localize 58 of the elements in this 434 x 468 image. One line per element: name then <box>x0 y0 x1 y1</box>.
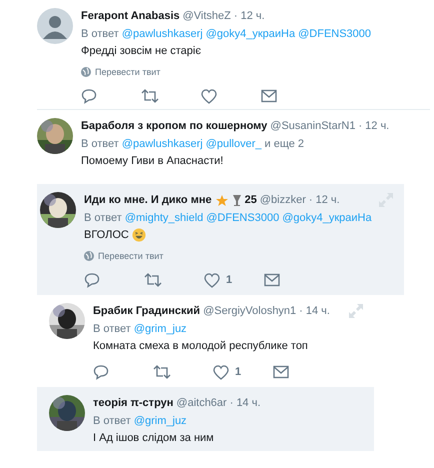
heart-icon[interactable] <box>204 272 220 288</box>
translate-link[interactable]: Перевести твит <box>95 67 160 77</box>
tweet-time[interactable]: · 12 ч. <box>308 194 340 206</box>
envelope-icon[interactable] <box>273 365 289 379</box>
translate-link[interactable]: Перевести твит <box>98 251 164 261</box>
reply-label: В ответ <box>84 211 122 225</box>
avatar-icon[interactable] <box>37 8 73 44</box>
user-name[interactable]: Бараболя з кропом по кошерному <box>81 120 268 132</box>
mention-link[interactable]: @pullover_ <box>206 137 262 151</box>
retweet-icon[interactable] <box>153 364 171 380</box>
mention-link[interactable]: @mighty_shield <box>124 211 204 225</box>
user-name[interactable]: Брабик Градинский <box>93 305 200 317</box>
trophy-icon <box>232 194 242 206</box>
globe-icon <box>81 67 91 77</box>
globe-icon <box>84 251 94 261</box>
user-handle[interactable]: @SusaninStarN1 <box>270 120 356 132</box>
retweet-icon[interactable] <box>144 272 162 288</box>
tweet-text: Комната смеха в молодой республике топ <box>93 339 308 353</box>
tweet-time[interactable]: · 12 ч. <box>358 120 390 132</box>
tweet-text: ВГОЛОС <box>84 228 129 242</box>
heart-icon[interactable] <box>201 88 217 104</box>
mention-link[interactable]: @goky4_украиНа <box>282 211 372 225</box>
tweet-text: І Ад ішов слідом за ним <box>93 431 214 445</box>
mention-link[interactable]: @goky4_украиНа <box>206 27 296 41</box>
mention-link[interactable]: @grim_juz <box>134 322 187 336</box>
user-name[interactable]: теорія π-струн <box>93 397 174 409</box>
mention-link[interactable]: @pawlushkaserj <box>122 137 203 151</box>
reply-label: В ответ <box>81 137 119 151</box>
tweet-time[interactable]: · 14 ч. <box>230 397 261 409</box>
tweet-text: Фредді зовсім не старіє <box>81 44 201 58</box>
retweet-icon[interactable] <box>141 88 159 104</box>
star-icon <box>214 194 229 206</box>
tweet-text: Помоему Гиви в Апаснасти! <box>81 154 224 168</box>
mention-link[interactable]: @DFENS3000 <box>298 27 372 41</box>
user-handle[interactable]: @SergiyVoloshyn1 <box>203 305 296 317</box>
heart-icon[interactable] <box>213 364 229 380</box>
tweet-time[interactable]: · 12 ч. <box>234 10 265 22</box>
user-handle[interactable]: @VitsheZ <box>182 10 231 22</box>
mention-link[interactable]: @DFENS3000 <box>206 211 280 225</box>
reply-label: В ответ <box>93 414 131 428</box>
user-handle[interactable]: @aitch6ar <box>176 397 227 409</box>
mention-link[interactable]: @grim_juz <box>134 414 187 428</box>
mention-link[interactable]: @pawlushkaserj <box>122 27 203 41</box>
reply-label: В ответ <box>81 27 119 41</box>
reply-icon[interactable] <box>84 272 100 288</box>
user-name[interactable]: Иди ко мне. И дико мне <box>84 194 212 206</box>
reply-label: В ответ <box>93 322 131 336</box>
reply-icon[interactable] <box>81 88 97 104</box>
user-name[interactable]: Ferapont Anabasis <box>81 10 180 22</box>
reply-more[interactable]: и еще 2 <box>264 137 304 151</box>
envelope-icon[interactable] <box>261 89 277 103</box>
user-handle[interactable]: @bizzker <box>260 194 306 206</box>
reply-icon[interactable] <box>93 364 109 380</box>
tweet-time[interactable]: · 14 ч. <box>299 305 330 317</box>
envelope-icon[interactable] <box>264 273 280 287</box>
like-count: 1 <box>235 366 242 378</box>
badge-count: 25 <box>244 194 257 206</box>
like-count: 1 <box>226 274 232 286</box>
